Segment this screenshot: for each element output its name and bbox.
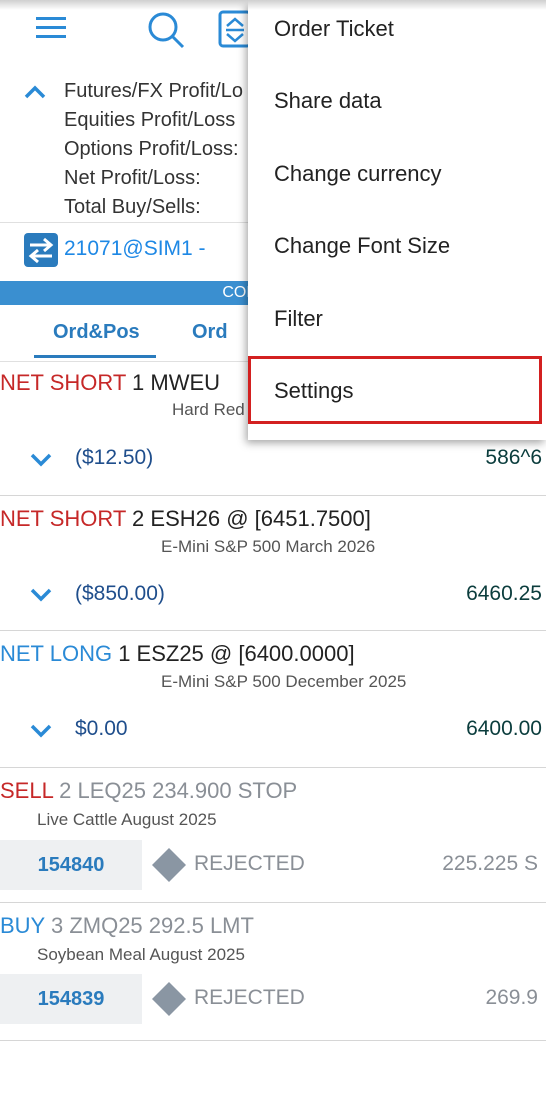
summary-line-equities: Equities Profit/Loss: [64, 109, 236, 131]
search-icon[interactable]: [146, 10, 186, 50]
summary-line-net: Net Profit/Loss:: [64, 167, 201, 189]
position-profit-loss: ($850.00): [75, 582, 165, 605]
status-bar-shadow: [0, 0, 546, 10]
order-side: BUY: [0, 913, 45, 938]
order-id[interactable]: 154839: [0, 974, 142, 1024]
menu-item-change-font-size[interactable]: Change Font Size: [274, 233, 450, 259]
order-row[interactable]: BUY 3 ZMQ25 292.5 LMT Soybean Meal Augus…: [0, 903, 546, 1041]
menu-item-filter[interactable]: Filter: [274, 306, 323, 332]
chevron-down-icon[interactable]: [30, 453, 52, 467]
order-row[interactable]: SELL 2 LEQ25 234.900 STOP Live Cattle Au…: [0, 768, 546, 903]
position-row[interactable]: NET LONG 1 ESZ25 @ [6400.0000] E-Mini S&…: [0, 631, 546, 768]
position-side: NET SHORT: [0, 370, 126, 395]
order-status: REJECTED: [194, 852, 305, 875]
account-label: 21071@SIM1 -: [64, 237, 206, 260]
position-description: Hard Red: [172, 400, 245, 419]
tab-ord-pos[interactable]: Ord&Pos: [53, 321, 140, 344]
tab-ord[interactable]: Ord: [192, 321, 228, 344]
position-profit-loss: $0.00: [75, 717, 128, 740]
menu-item-order-ticket[interactable]: Order Ticket: [274, 16, 394, 42]
order-price: 225.225 S: [442, 852, 538, 875]
summary-line-futures: Futures/FX Profit/Lo: [64, 80, 243, 102]
order-detail: 3 ZMQ25 292.5 LMT: [50, 913, 254, 938]
order-side: SELL: [0, 778, 54, 803]
order-detail: 2 LEQ25 234.900 STOP: [59, 778, 298, 803]
position-side: NET LONG: [0, 641, 113, 666]
status-diamond-icon: [152, 982, 186, 1016]
menu-item-change-currency[interactable]: Change currency: [274, 161, 442, 187]
position-price: 586^6: [485, 446, 542, 469]
switch-account-icon[interactable]: [24, 233, 58, 267]
chevron-up-icon[interactable]: [24, 84, 46, 100]
menu-item-share-data[interactable]: Share data: [274, 88, 382, 114]
chevron-down-icon[interactable]: [30, 588, 52, 602]
summary-line-options: Options Profit/Loss:: [64, 138, 239, 160]
active-tab-indicator: [34, 355, 156, 358]
position-detail: 2 ESH26 @ [6451.7500]: [132, 506, 371, 531]
summary-line-total-buysells: Total Buy/Sells:: [64, 196, 201, 218]
position-profit-loss: ($12.50): [75, 446, 154, 469]
position-detail: 1 ESZ25 @ [6400.0000]: [118, 641, 355, 666]
order-description: Live Cattle August 2025: [37, 810, 217, 829]
order-status: REJECTED: [194, 986, 305, 1009]
app-screen: Futures/FX Profit/Lo Equities Profit/Los…: [0, 0, 546, 1102]
order-price: 269.9: [485, 986, 538, 1009]
position-price: 6400.00: [466, 717, 542, 740]
position-description: E-Mini S&P 500 December 2025: [161, 672, 407, 691]
position-row[interactable]: NET SHORT 2 ESH26 @ [6451.7500] E-Mini S…: [0, 496, 546, 631]
position-description: E-Mini S&P 500 March 2026: [161, 537, 376, 556]
menu-item-settings[interactable]: Settings: [274, 378, 354, 404]
position-price: 6460.25: [466, 582, 542, 605]
position-side: NET SHORT: [0, 506, 126, 531]
sort-icon[interactable]: [218, 10, 252, 48]
hamburger-menu-icon[interactable]: [36, 16, 66, 40]
order-id[interactable]: 154840: [0, 840, 142, 890]
position-detail: 1 MWEU: [132, 370, 221, 395]
overflow-menu: Order Ticket Share data Change currency …: [248, 0, 546, 440]
order-description: Soybean Meal August 2025: [37, 945, 245, 964]
status-diamond-icon: [152, 848, 186, 882]
chevron-down-icon[interactable]: [30, 724, 52, 738]
